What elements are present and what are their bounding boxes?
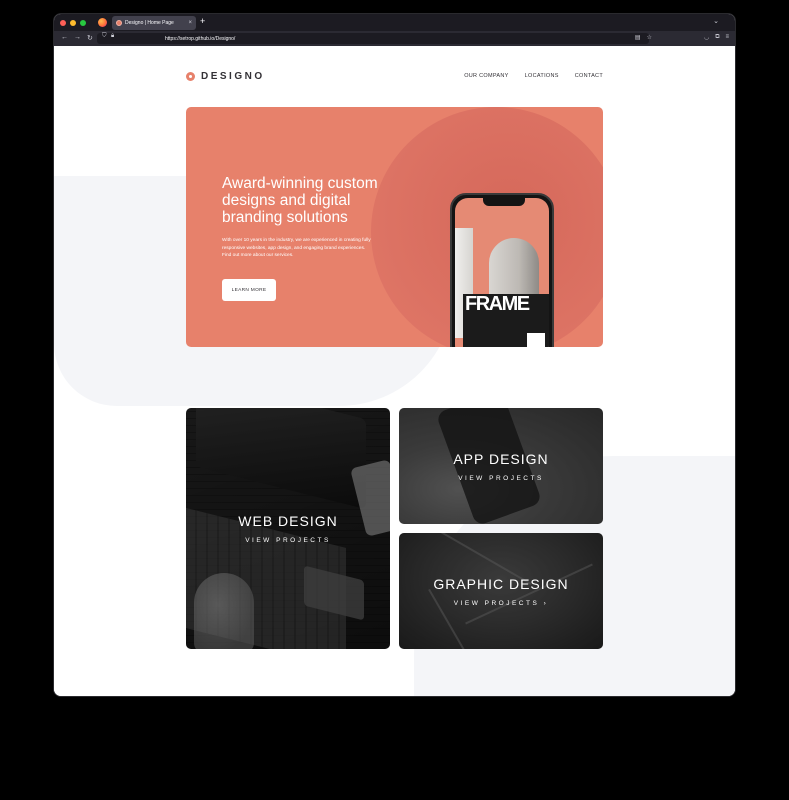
window-controls xyxy=(60,19,86,26)
view-projects-link[interactable]: VIEW PROJECTS xyxy=(458,475,544,482)
card-title: WEB DESIGN xyxy=(238,513,338,529)
reader-view-icon[interactable]: ▤ xyxy=(635,34,641,41)
nav-link-contact[interactable]: CONTACT xyxy=(575,73,603,79)
logo-text: DESIGNO xyxy=(201,70,265,82)
hero-title: Award-winning custom designs and digital… xyxy=(222,175,378,226)
browser-window: Designo | Home Page × + ⌄ ← → ↻ https://… xyxy=(54,14,735,696)
chevron-down-icon[interactable]: ⌄ xyxy=(713,17,719,25)
menu-icon[interactable]: ≡ xyxy=(725,34,729,41)
web-page: DESIGNO OUR COMPANY LOCATIONS CONTACT Aw… xyxy=(54,46,735,696)
tab-title: Designo | Home Page xyxy=(125,20,174,26)
tab-active[interactable]: Designo | Home Page × xyxy=(112,16,196,30)
view-projects-link[interactable]: VIEW PROJECTS xyxy=(245,537,331,544)
phone-screen: FRAME xyxy=(455,198,549,347)
url-bar[interactable]: https://setrop.github.io/Designo/ xyxy=(97,33,649,44)
view-projects-link[interactable]: VIEW PROJECTS › xyxy=(454,600,549,607)
site-header: DESIGNO OUR COMPANY LOCATIONS CONTACT xyxy=(186,69,603,83)
url-text[interactable]: https://setrop.github.io/Designo/ xyxy=(165,36,235,42)
logo[interactable]: DESIGNO xyxy=(186,71,265,82)
reload-button[interactable]: ↻ xyxy=(87,34,93,42)
tab-close-icon[interactable]: × xyxy=(188,20,192,26)
shield-icon[interactable]: ⛉ xyxy=(102,33,107,40)
graphic-design-card[interactable]: GRAPHIC DESIGN VIEW PROJECTS › xyxy=(399,533,603,649)
web-design-card[interactable]: WEB DESIGN VIEW PROJECTS xyxy=(186,408,390,649)
main-nav: OUR COMPANY LOCATIONS CONTACT xyxy=(464,73,603,79)
pocket-icon[interactable]: ◡ xyxy=(704,34,709,41)
favicon-icon xyxy=(116,20,122,26)
nav-bar: ← → ↻ https://setrop.github.io/Designo/ … xyxy=(54,31,735,46)
nav-link-locations[interactable]: LOCATIONS xyxy=(525,73,559,79)
firefox-icon[interactable] xyxy=(98,18,107,27)
card-title: APP DESIGN xyxy=(453,450,549,467)
close-window-button[interactable] xyxy=(60,19,66,26)
learn-more-button[interactable]: LEARN MORE xyxy=(222,279,276,301)
tab-bar: Designo | Home Page × + ⌄ xyxy=(54,14,735,31)
back-button[interactable]: ← xyxy=(61,34,68,41)
lock-icon[interactable]: 🔒︎ xyxy=(111,33,114,40)
phone-mockup-image: FRAME xyxy=(450,193,554,347)
frame-wordmark: FRAME xyxy=(465,293,530,315)
app-design-card[interactable]: APP DESIGN VIEW PROJECTS xyxy=(399,408,603,524)
hero-description: With over 10 years in the industry, we a… xyxy=(222,238,371,258)
logo-icon xyxy=(186,71,195,81)
minimize-window-button[interactable] xyxy=(70,19,76,26)
card-title: GRAPHIC DESIGN xyxy=(433,575,569,592)
nav-link-our-company[interactable]: OUR COMPANY xyxy=(464,73,508,79)
new-tab-button[interactable]: + xyxy=(200,16,205,26)
bookmark-star-icon[interactable]: ☆ xyxy=(647,34,652,41)
extensions-icon[interactable]: ⧉ xyxy=(715,34,719,41)
toolbar-right: ▤ ☆ ◡ ⧉ ≡ xyxy=(635,34,729,41)
maximize-window-button[interactable] xyxy=(80,19,86,26)
forward-button[interactable]: → xyxy=(74,34,81,41)
hero-banner: Award-winning custom designs and digital… xyxy=(186,107,603,347)
